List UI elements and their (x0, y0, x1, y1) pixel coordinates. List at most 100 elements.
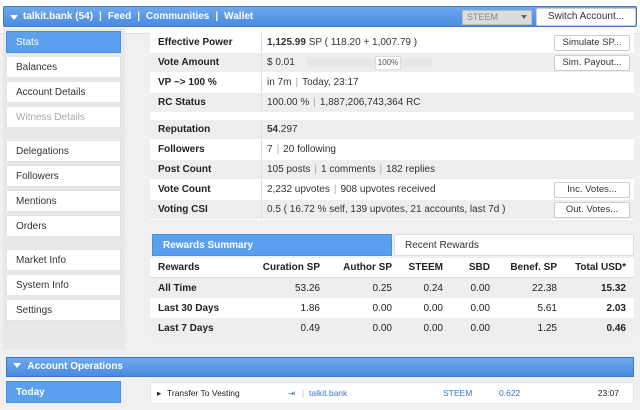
table-cell: 0.00 (470, 322, 490, 334)
stat-row-voting-csi: Voting CSI 0.5 ( 16.72 % self, 139 upvot… (150, 200, 634, 220)
tab-recent-rewards[interactable]: Recent Rewards (394, 234, 634, 256)
inc-votes-button[interactable]: Inc. Votes... (554, 182, 630, 198)
table-cell: All Time (158, 282, 197, 294)
stat-label: Voting CSI (150, 200, 262, 219)
stat-row-vp: VP ~> 100 % in 7m | Today, 23:17 (150, 73, 634, 93)
nav-separator: | (215, 11, 219, 22)
column-header: Rewards (158, 262, 200, 273)
stat-label: Followers (150, 140, 262, 159)
table-cell: 1.86 (300, 302, 320, 314)
stat-row-vote-amount: Vote Amount $ 0.01 100% Sim. Payout... (150, 53, 634, 73)
nav-separator: | (99, 11, 102, 22)
chevron-down-icon[interactable] (10, 13, 18, 21)
stat-label: Vote Amount (150, 53, 262, 72)
currency-select[interactable]: STEEM (462, 10, 532, 25)
vote-weight-slider[interactable] (307, 59, 432, 67)
sidebar-item-followers[interactable]: Followers (6, 165, 121, 187)
sidebar-item-market-info[interactable]: Market Info (6, 249, 121, 271)
account-operations-bar[interactable]: Account Operations (6, 357, 634, 377)
operation-asset: STEEM (443, 388, 473, 398)
table-cell: 1.25 (537, 322, 557, 334)
stat-row-vote-count: Vote Count 2,232 upvotes | 908 upvotes rec… (150, 180, 634, 200)
rewards-tabs: Rewards Summary Recent Rewards (152, 234, 634, 256)
stat-value: $ 0.01 (267, 56, 295, 68)
stat-value: 2,232 upvotes | 908 upvotes received (267, 183, 436, 195)
column-header: Curation SP (262, 262, 320, 273)
stat-value: 7 | 20 following (267, 143, 336, 155)
table-cell: 0.00 (470, 302, 490, 314)
table-cell: 15.32 (600, 282, 626, 294)
nav-wallet[interactable]: Wallet (224, 11, 253, 22)
column-header: SBD (468, 262, 490, 273)
account-name[interactable]: talkit.bank (54) (23, 11, 93, 22)
tab-rewards-summary[interactable]: Rewards Summary (152, 234, 392, 256)
table-cell: Last 30 Days (158, 302, 220, 314)
sidebar-item-balances[interactable]: Balances (6, 56, 121, 78)
operation-time: 23:07 (597, 388, 619, 398)
table-cell: 0.00 (372, 322, 392, 334)
table-cell: 0.24 (423, 282, 443, 294)
table-cell: 0.49 (300, 322, 320, 334)
table-cell: 2.03 (606, 302, 626, 314)
stat-label: Effective Power (150, 33, 262, 52)
table-cell: 0.00 (423, 322, 443, 334)
switch-account-button[interactable]: Switch Account... (536, 8, 636, 26)
stat-value: in 7m | Today, 23:17 (267, 76, 359, 88)
login-icon: ⇥ (288, 388, 296, 398)
table-header-row: Rewards Curation SP Author SP STEEM SBD … (150, 258, 634, 278)
stat-row-rc-status: RC Status 100.00 % | 1,887,206,743,364 RC (150, 93, 634, 113)
table-cell: 0.25 (372, 282, 392, 294)
nav-feed[interactable]: Feed (108, 11, 131, 22)
stat-label: Post Count (150, 160, 262, 179)
sidebar-item-delegations[interactable]: Delegations (6, 140, 121, 162)
nav-separator: | (137, 11, 140, 22)
vote-weight-percent: 100% (375, 56, 401, 70)
operation-amount: 0.622 (499, 388, 521, 398)
column-header: Author SP (343, 262, 392, 273)
currency-select-value: STEEM (467, 12, 499, 22)
sidebar-item-account-details[interactable]: Account Details (6, 81, 121, 103)
stat-value: 0.5 ( 16.72 % self, 139 upvotes, 21 acco… (267, 203, 506, 215)
sidebar-item-mentions[interactable]: Mentions (6, 190, 121, 212)
operation-row[interactable]: ▸ Transfer To Vesting ⇥ | talkit.bank ST… (150, 382, 634, 404)
table-row: Last 7 Days 0.49 0.00 0.00 0.00 1.25 0.4… (150, 318, 634, 338)
operations-title: Account Operations (27, 361, 123, 372)
table-row: Last 30 Days 1.86 0.00 0.00 0.00 5.61 2.… (150, 298, 634, 318)
operation-account-link[interactable]: talkit.bank (309, 383, 347, 403)
stat-label: Reputation (150, 120, 262, 139)
sidebar-item-system-info[interactable]: System Info (6, 274, 121, 296)
chevron-down-icon (13, 363, 21, 368)
table-cell: Last 7 Days (158, 322, 214, 334)
stat-row-reputation: Reputation 54.297 (150, 120, 634, 140)
table-row: All Time 53.26 0.25 0.24 0.00 22.38 15.3… (150, 278, 634, 298)
stat-value: 54.297 (267, 123, 298, 135)
stat-label: RC Status (150, 93, 262, 112)
stat-value: 1,125.99 SP ( 118.20 + 1,007.79 ) (267, 36, 418, 48)
caret-down-icon (521, 15, 527, 19)
nav-communities[interactable]: Communities (146, 11, 209, 22)
table-cell: 0.00 (423, 302, 443, 314)
stat-row-effective-power: Effective Power 1,125.99 SP ( 118.20 + 1… (150, 33, 634, 53)
sidebar-item-settings[interactable]: Settings (6, 299, 121, 321)
out-votes-button[interactable]: Out. Votes... (554, 202, 630, 218)
sidebar-item-orders[interactable]: Orders (6, 215, 121, 237)
stats-panel: Effective Power 1,125.99 SP ( 118.20 + 1… (150, 33, 634, 220)
rewards-table: Rewards Curation SP Author SP STEEM SBD … (150, 258, 634, 338)
table-cell: 5.61 (537, 302, 557, 314)
table-cell: 53.26 (294, 282, 320, 294)
pipe-separator: | (302, 388, 305, 398)
column-header: Benef. SP (510, 262, 557, 273)
simulate-sp-button[interactable]: Simulate SP... (554, 35, 630, 51)
sidebar-item-witness-details: Witness Details (6, 106, 121, 128)
stat-value: 100.00 % | 1,887,206,743,364 RC (267, 96, 421, 108)
today-filter[interactable]: Today (6, 381, 121, 403)
column-header: STEEM (408, 262, 443, 273)
stat-row-post-count: Post Count 105 posts | 1 comments | 182 repl… (150, 160, 634, 180)
stat-label: VP ~> 100 % (150, 73, 262, 92)
sim-payout-button[interactable]: Sim. Payout... (554, 55, 630, 71)
sidebar: Stats Balances Account Details Witness D… (6, 31, 121, 324)
sidebar-item-stats[interactable]: Stats (6, 31, 121, 53)
operation-type: Transfer To Vesting (167, 388, 240, 398)
